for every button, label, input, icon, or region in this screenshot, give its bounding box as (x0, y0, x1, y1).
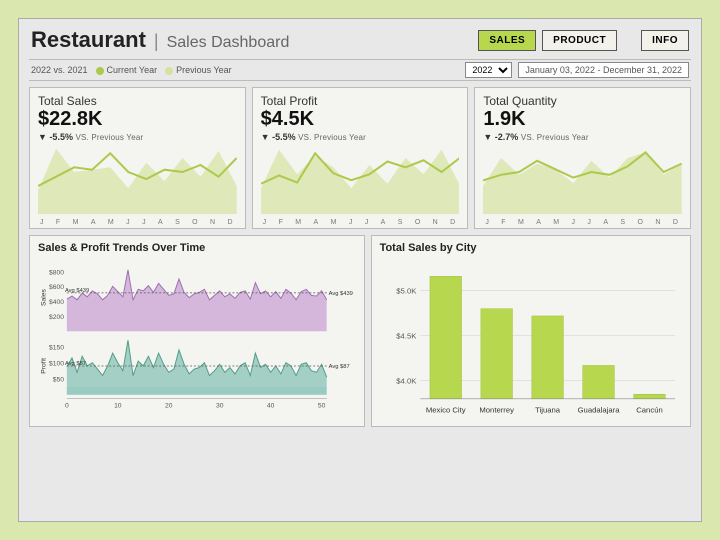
city-title: Total Sales by City (380, 242, 682, 254)
trends-title: Sales & Profit Trends Over Time (38, 242, 356, 254)
sparkline-profit (261, 144, 460, 214)
legend-current: Current Year (96, 65, 158, 75)
svg-text:40: 40 (267, 402, 275, 409)
title-separator: | (154, 31, 159, 52)
header-buttons: SALES PRODUCT INFO (478, 30, 689, 51)
kpi-delta: ▼ -2.7% VS. Previous Year (483, 132, 682, 142)
kpi-delta: ▼ -5.5% VS. Previous Year (38, 132, 237, 142)
swatch-previous-icon (165, 67, 173, 75)
legend-row: 2022 vs. 2021 Current Year Previous Year… (29, 59, 691, 81)
svg-text:Avg $439: Avg $439 (329, 291, 353, 297)
date-range-picker[interactable]: January 03, 2022 - December 31, 2022 (518, 62, 689, 78)
month-axis: JFMAMJJASOND (38, 219, 237, 226)
svg-text:Guadalajara: Guadalajara (577, 405, 620, 414)
bottom-row: Sales & Profit Trends Over Time $200 $400… (29, 235, 691, 427)
kpi-title: Total Sales (38, 94, 237, 108)
down-arrow-icon: ▼ (483, 132, 492, 142)
city-bar-chart: $4.0K $4.5K $5.0K Mexico City Monterrey Tijua… (380, 256, 682, 420)
svg-text:30: 30 (216, 402, 224, 409)
page-title: Restaurant (31, 27, 146, 53)
svg-text:$5.0K: $5.0K (396, 287, 417, 296)
svg-text:$150: $150 (49, 345, 64, 352)
svg-text:10: 10 (114, 402, 122, 409)
kpi-vs-label: VS. Previous Year (298, 133, 366, 142)
kpi-delta: ▼ -5.5% VS. Previous Year (261, 132, 460, 142)
product-tab-button[interactable]: PRODUCT (542, 30, 617, 51)
sales-tab-button[interactable]: SALES (478, 30, 536, 51)
compare-label: 2022 vs. 2021 (31, 65, 88, 75)
sparkline-sales (38, 144, 237, 214)
legend-previous-label: Previous Year (176, 65, 232, 75)
svg-text:$400: $400 (49, 299, 64, 306)
kpi-card-quantity: Total Quantity 1.9K ▼ -2.7% VS. Previous… (474, 87, 691, 229)
year-select[interactable]: 2022 (465, 62, 512, 78)
legend-current-label: Current Year (107, 65, 158, 75)
swatch-current-icon (96, 67, 104, 75)
kpi-row: Total Sales $22.8K ▼ -5.5% VS. Previous … (29, 87, 691, 229)
svg-text:20: 20 (165, 402, 173, 409)
kpi-card-profit: Total Profit $4.5K ▼ -5.5% VS. Previous … (252, 87, 469, 229)
svg-text:$800: $800 (49, 269, 64, 276)
info-button[interactable]: INFO (641, 30, 689, 51)
svg-text:Profit: Profit (41, 358, 48, 374)
kpi-title: Total Profit (261, 94, 460, 108)
svg-text:$4.5K: $4.5K (396, 332, 417, 341)
kpi-value: $4.5K (261, 108, 460, 131)
title-block: Restaurant | Sales Dashboard (31, 27, 289, 53)
svg-text:Mexico City: Mexico City (425, 405, 465, 414)
kpi-vs-label: VS. Previous Year (521, 133, 589, 142)
sparkline-quantity (483, 144, 682, 214)
trends-card: Sales & Profit Trends Over Time $200 $400… (29, 235, 365, 427)
svg-text:Avg $439: Avg $439 (65, 288, 89, 294)
svg-text:Avg $87: Avg $87 (329, 364, 350, 370)
svg-text:$50: $50 (53, 377, 64, 384)
kpi-card-sales: Total Sales $22.8K ▼ -5.5% VS. Previous … (29, 87, 246, 229)
svg-text:Cancún: Cancún (636, 405, 663, 414)
kpi-value: $22.8K (38, 108, 237, 131)
kpi-vs-label: VS. Previous Year (75, 133, 143, 142)
svg-text:Monterrey: Monterrey (479, 405, 514, 414)
trends-chart: $200 $400 $600 $800 Sales Avg $439 Avg $439 $50… (38, 256, 356, 420)
header: Restaurant | Sales Dashboard SALES PRODU… (29, 27, 691, 59)
kpi-title: Total Quantity (483, 94, 682, 108)
legend-previous: Previous Year (165, 65, 232, 75)
svg-text:Tijuana: Tijuana (535, 405, 561, 414)
month-axis: JFMAMJJASOND (261, 219, 460, 226)
legend-right: 2022 January 03, 2022 - December 31, 202… (465, 62, 689, 78)
kpi-delta-value: -5.5% (272, 132, 296, 142)
svg-text:$100: $100 (49, 361, 64, 368)
svg-text:$4.0K: $4.0K (396, 377, 417, 386)
svg-text:0: 0 (65, 402, 69, 409)
kpi-value: 1.9K (483, 108, 682, 131)
kpi-delta-value: -2.7% (495, 132, 519, 142)
down-arrow-icon: ▼ (261, 132, 270, 142)
svg-text:Avg $87: Avg $87 (65, 361, 86, 367)
svg-text:50: 50 (318, 402, 326, 409)
svg-text:$600: $600 (49, 284, 64, 291)
svg-text:$200: $200 (49, 314, 64, 321)
kpi-delta-value: -5.5% (49, 132, 73, 142)
legend-left: 2022 vs. 2021 Current Year Previous Year (31, 65, 232, 75)
page-subtitle: Sales Dashboard (167, 34, 290, 52)
down-arrow-icon: ▼ (38, 132, 47, 142)
city-card: Total Sales by City $4.0K $4.5K $5.0K Mexic… (371, 235, 691, 427)
svg-text:Sales: Sales (41, 289, 48, 306)
month-axis: JFMAMJJASOND (483, 219, 682, 226)
dashboard: Restaurant | Sales Dashboard SALES PRODU… (18, 18, 702, 522)
